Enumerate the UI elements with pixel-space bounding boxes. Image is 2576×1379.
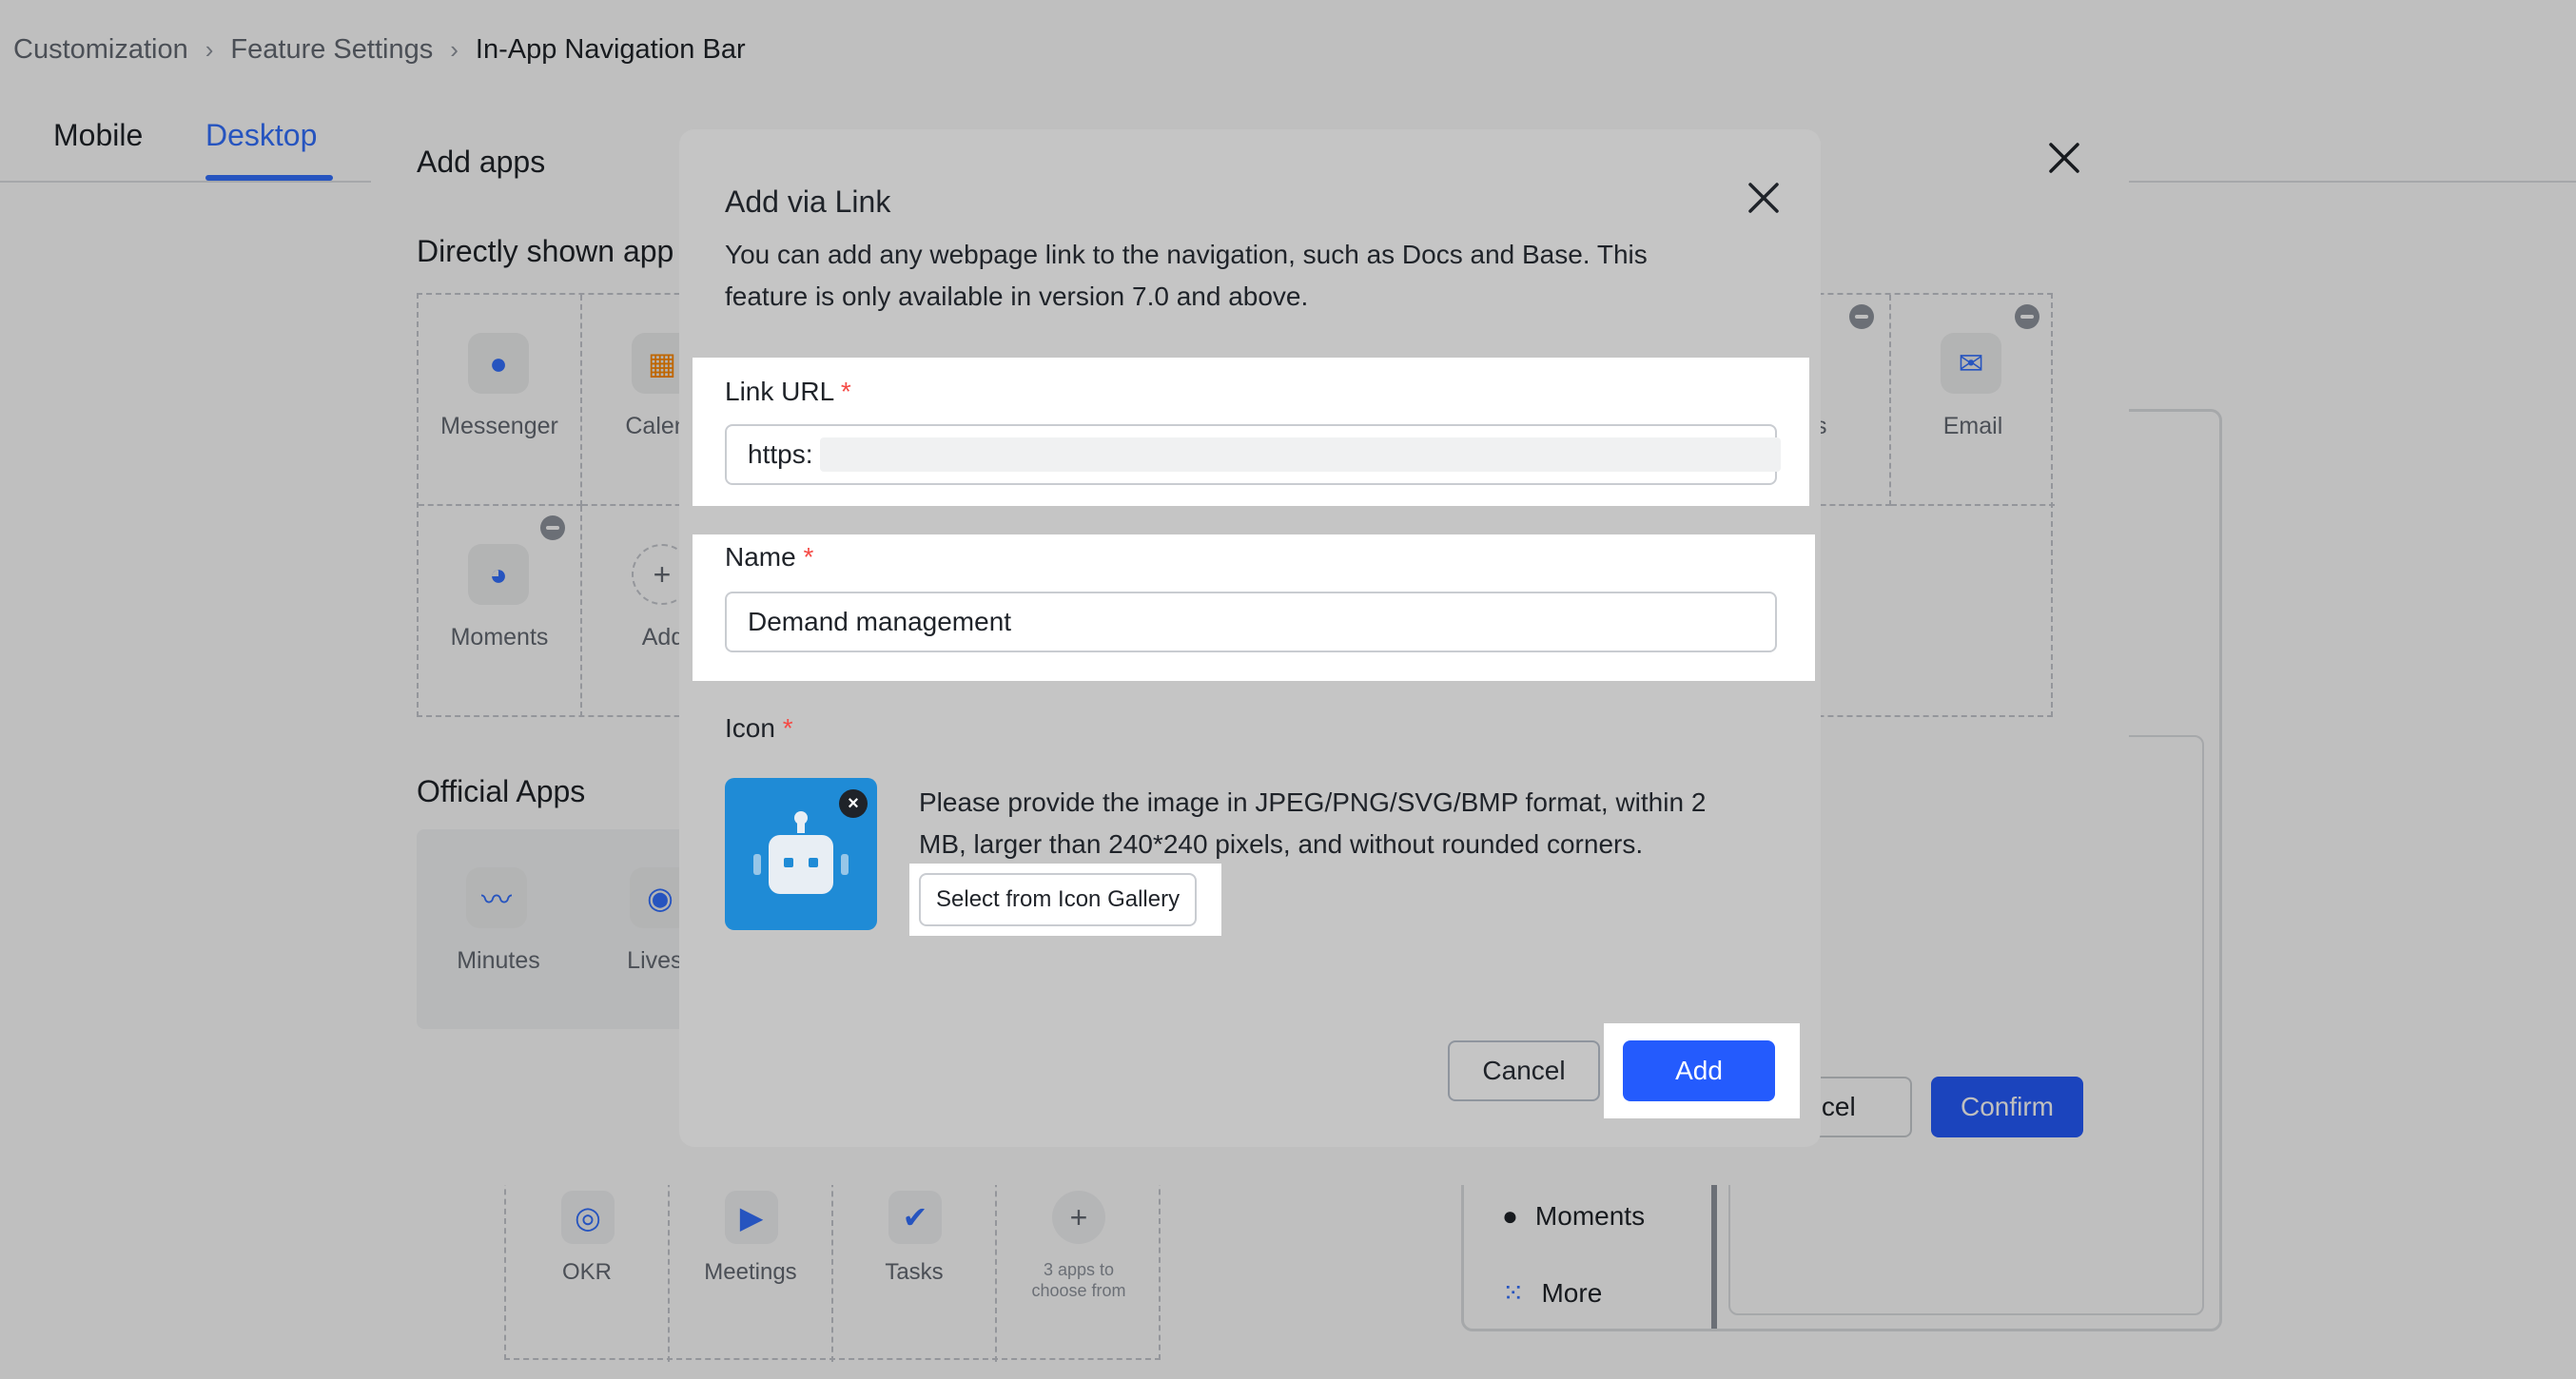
selected-app-icon[interactable]: × xyxy=(725,778,877,930)
required-mark: * xyxy=(803,542,814,572)
add-via-link-dialog: Add via Link You can add any webpage lin… xyxy=(679,129,1821,1147)
name-value: Demand management xyxy=(748,607,1012,636)
cancel-button[interactable]: Cancel xyxy=(1448,1040,1600,1101)
label-text: Link URL xyxy=(725,377,834,406)
required-mark: * xyxy=(840,377,851,406)
select-from-icon-gallery-button[interactable]: Select from Icon Gallery xyxy=(919,873,1198,926)
link-url-value: https: xyxy=(748,439,813,469)
dialog-title: Add via Link xyxy=(725,185,891,219)
name-input[interactable]: Demand management xyxy=(725,592,1777,652)
dialog-description: You can add any webpage link to the navi… xyxy=(725,240,1648,311)
link-url-input[interactable]: https: xyxy=(725,424,1781,485)
remove-icon-button[interactable]: × xyxy=(839,789,868,818)
label-text: Name xyxy=(725,542,796,572)
redacted-url xyxy=(820,437,1781,472)
icon-hint-text: Please provide the image in JPEG/PNG/SVG… xyxy=(919,787,1707,859)
add-button[interactable]: Add xyxy=(1623,1040,1775,1101)
name-label: Name * xyxy=(725,542,813,573)
link-url-section: Link URL * https: xyxy=(693,358,1809,506)
required-mark: * xyxy=(782,713,793,743)
close-icon[interactable] xyxy=(1745,179,1783,217)
icon-label: Icon * xyxy=(725,713,793,744)
name-section: Name * Demand management xyxy=(693,534,1815,681)
link-url-label: Link URL * xyxy=(725,377,851,407)
label-text: Icon xyxy=(725,713,775,743)
